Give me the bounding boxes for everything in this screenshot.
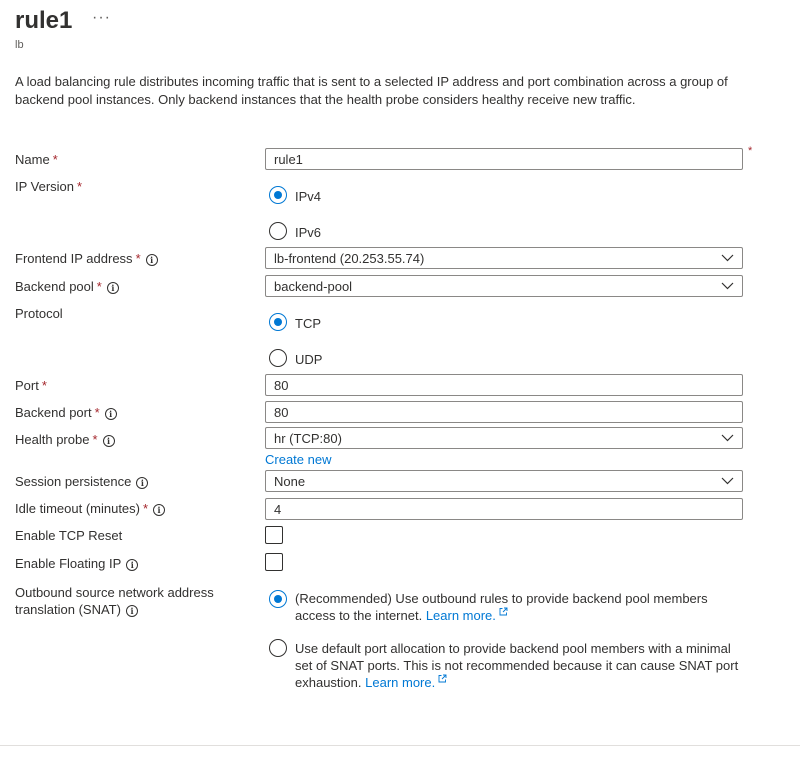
snat-default-port-label: Use default port allocation to provide b…	[295, 641, 739, 690]
idle-timeout-label: Idle timeout (minutes) * i	[15, 501, 166, 517]
ipv6-label: IPv6	[295, 225, 322, 240]
required-mark: *	[52, 152, 58, 167]
required-mark: *	[41, 378, 47, 393]
session-persistence-value: None	[274, 474, 306, 489]
required-mark: *	[143, 501, 149, 516]
ipv6-radio[interactable]	[269, 222, 287, 240]
learn-more-link[interactable]: Learn more.	[365, 675, 435, 690]
health-probe-label: Health probe * i	[15, 432, 115, 448]
footer-divider	[0, 745, 800, 746]
backend-port-label: Backend port * i	[15, 405, 117, 421]
info-icon[interactable]: i	[104, 407, 117, 420]
tcp-reset-label: Enable TCP Reset	[15, 528, 123, 543]
page-title: rule1	[15, 7, 73, 34]
required-mark: *	[96, 279, 102, 294]
tcp-radio[interactable]	[269, 313, 287, 331]
required-mark: *	[77, 179, 83, 194]
backend-port-value: 80	[274, 405, 289, 420]
chevron-down-icon	[721, 477, 734, 485]
tcp-label: TCP	[295, 316, 321, 331]
required-mark-field: *	[748, 145, 753, 157]
name-value: rule1	[274, 152, 303, 167]
snat-outbound-rules-radio[interactable]	[269, 590, 287, 608]
info-icon[interactable]: i	[145, 253, 158, 266]
frontend-ip-value: lb-frontend (20.253.55.74)	[274, 251, 425, 266]
frontend-ip-dropdown[interactable]: lb-frontend (20.253.55.74)	[265, 247, 743, 269]
snat-outbound-rules-label: (Recommended) Use outbound rules to prov…	[295, 591, 708, 623]
info-icon[interactable]: i	[106, 281, 119, 294]
name-input[interactable]: rule1	[265, 148, 743, 170]
chevron-down-icon	[721, 254, 734, 262]
required-mark: *	[92, 432, 98, 447]
info-icon[interactable]: i	[102, 434, 115, 447]
floating-ip-checkbox[interactable]	[265, 553, 283, 571]
create-new-link[interactable]: Create new	[265, 452, 331, 467]
udp-label: UDP	[295, 352, 323, 367]
name-label: Name *	[15, 152, 58, 167]
protocol-label: Protocol	[15, 306, 63, 321]
info-icon[interactable]: i	[153, 503, 166, 516]
session-persistence-label: Session persistence i	[15, 474, 149, 490]
info-icon[interactable]: i	[125, 604, 138, 617]
more-actions-button[interactable]: ···	[92, 10, 111, 26]
backend-pool-label: Backend pool * i	[15, 279, 119, 295]
frontend-ip-label: Frontend IP address * i	[15, 251, 158, 267]
idle-timeout-value: 4	[274, 502, 282, 517]
snat-label: Outbound source network address translat…	[15, 585, 214, 617]
info-icon[interactable]: i	[126, 558, 139, 571]
learn-more-link[interactable]: Learn more.	[426, 608, 496, 623]
ipv4-radio[interactable]	[269, 186, 287, 204]
page-description: A load balancing rule distributes incomi…	[15, 74, 728, 107]
page-subtitle: lb	[15, 39, 24, 51]
ip-version-label: IP Version *	[15, 179, 83, 194]
backend-pool-dropdown[interactable]: backend-pool	[265, 275, 743, 297]
chevron-down-icon	[721, 434, 734, 442]
snat-default-port-radio[interactable]	[269, 639, 287, 657]
udp-radio[interactable]	[269, 349, 287, 367]
port-label: Port *	[15, 378, 47, 393]
health-probe-value: hr (TCP:80)	[274, 431, 342, 446]
floating-ip-label: Enable Floating IP i	[15, 556, 139, 572]
required-mark: *	[135, 251, 141, 266]
port-input[interactable]: 80	[265, 374, 743, 396]
external-link-icon	[499, 607, 508, 616]
session-persistence-dropdown[interactable]: None	[265, 470, 743, 492]
idle-timeout-input[interactable]: 4	[265, 498, 743, 520]
required-mark: *	[94, 405, 100, 420]
chevron-down-icon	[721, 282, 734, 290]
backend-pool-value: backend-pool	[274, 279, 353, 294]
ipv4-label: IPv4	[295, 189, 322, 204]
health-probe-dropdown[interactable]: hr (TCP:80)	[265, 427, 743, 449]
port-value: 80	[274, 378, 289, 393]
info-icon[interactable]: i	[136, 476, 149, 489]
backend-port-input[interactable]: 80	[265, 401, 743, 423]
external-link-icon	[438, 674, 447, 683]
tcp-reset-checkbox[interactable]	[265, 526, 283, 544]
